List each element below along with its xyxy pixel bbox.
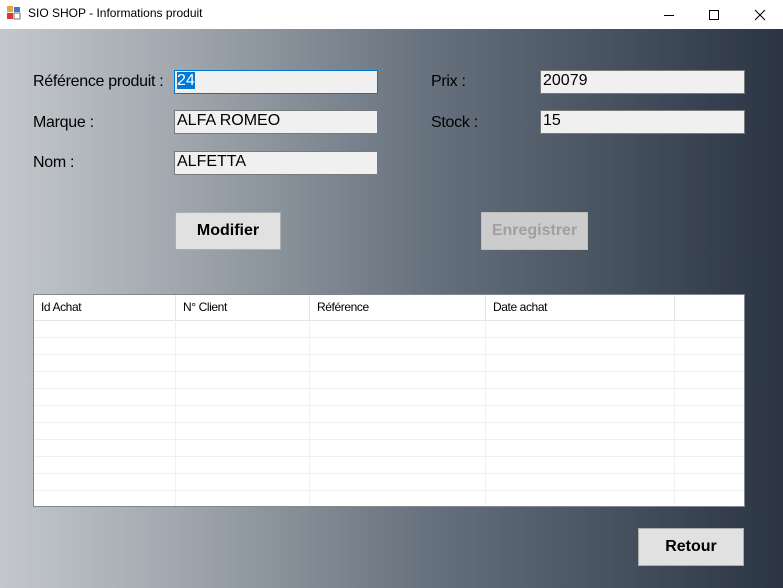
prix-label: Prix : xyxy=(431,73,466,90)
window-title: SIO SHOP - Informations produit xyxy=(28,6,203,20)
column-header-reference[interactable]: Référence xyxy=(310,295,486,320)
stock-input[interactable]: 15 xyxy=(540,110,745,134)
app-icon xyxy=(7,6,21,20)
column-header-date-achat[interactable]: Date achat xyxy=(486,295,675,320)
minimize-icon xyxy=(664,14,674,16)
title-bar: SIO SHOP - Informations produit xyxy=(0,0,783,29)
enregistrer-button[interactable]: Enregistrer xyxy=(481,212,588,250)
close-button[interactable] xyxy=(737,0,783,29)
reference-input[interactable]: 24 xyxy=(174,70,378,94)
maximize-button[interactable] xyxy=(691,0,737,29)
form-area: Référence produit : 24 Marque : ALFA ROM… xyxy=(0,29,783,588)
retour-button[interactable]: Retour xyxy=(638,528,744,566)
maximize-icon xyxy=(709,9,719,20)
nom-input[interactable]: ALFETTA xyxy=(174,151,378,175)
nom-label: Nom : xyxy=(33,154,75,171)
column-header-id-achat[interactable]: Id Achat xyxy=(34,295,176,320)
close-icon xyxy=(754,9,766,20)
column-header-n-client[interactable]: N° Client xyxy=(176,295,310,320)
purchases-table[interactable]: Id Achat N° Client Référence Date achat xyxy=(33,294,745,507)
prix-input[interactable]: 20079 xyxy=(540,70,745,94)
modifier-button[interactable]: Modifier xyxy=(175,212,281,250)
stock-label: Stock : xyxy=(431,114,478,131)
table-header: Id Achat N° Client Référence Date achat xyxy=(34,295,744,321)
marque-label: Marque : xyxy=(33,114,94,131)
product-info-window: SIO SHOP - Informations produit Référenc… xyxy=(0,0,783,588)
marque-input[interactable]: ALFA ROMEO xyxy=(174,110,378,134)
reference-value: 24 xyxy=(177,72,195,89)
reference-label: Référence produit : xyxy=(33,73,164,90)
minimize-button[interactable] xyxy=(646,0,692,29)
